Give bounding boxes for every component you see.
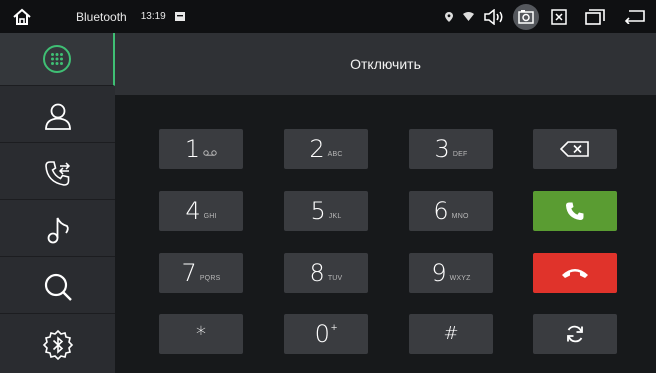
clock: 13:19 xyxy=(140,11,166,22)
key-hash[interactable]: # xyxy=(409,314,493,354)
sidebar-item-search[interactable] xyxy=(0,261,115,314)
home-icon xyxy=(13,8,31,25)
key-star[interactable]: * xyxy=(159,314,243,354)
key-5[interactable]: 5 JKL xyxy=(284,191,368,231)
key-7[interactable]: 7 PQRS xyxy=(159,253,243,293)
close-app-button[interactable] xyxy=(542,0,576,33)
voicemail-icon xyxy=(203,150,217,158)
backspace-button[interactable] xyxy=(533,129,617,169)
key-letters: GHI xyxy=(203,212,217,220)
key-digit: 4 xyxy=(185,197,201,225)
dialpad-icon xyxy=(42,45,71,73)
call-button[interactable] xyxy=(533,191,617,231)
key-digit: 1 xyxy=(184,135,201,163)
disconnect-label: Отключить xyxy=(350,56,421,72)
sidebar-item-dialpad[interactable] xyxy=(0,33,115,86)
key-letters: TUV xyxy=(327,274,343,282)
home-button[interactable] xyxy=(6,0,38,33)
wifi-icon xyxy=(458,0,478,33)
key-letters: DEF xyxy=(452,150,468,158)
key-letters: PQRS xyxy=(199,274,221,282)
sidebar-item-music[interactable] xyxy=(0,204,115,257)
key-digit: * xyxy=(196,322,206,346)
phone-icon xyxy=(566,202,584,220)
call-log-icon xyxy=(44,161,70,186)
key-3[interactable]: 3 DEF xyxy=(409,129,493,169)
contact-icon xyxy=(44,103,71,130)
status-bar: Bluetooth 13:19 xyxy=(0,0,656,33)
key-0[interactable]: 0 + xyxy=(284,314,368,354)
app-title: Bluetooth xyxy=(76,9,127,24)
key-digit: 2 xyxy=(309,135,325,163)
key-digit: 9 xyxy=(431,259,447,287)
volume-button[interactable] xyxy=(478,0,510,33)
key-digit: 7 xyxy=(181,259,197,287)
key-digit: 0 xyxy=(314,320,330,348)
key-plus: + xyxy=(330,322,338,334)
hangup-button[interactable] xyxy=(533,253,617,293)
key-letters: WXYZ xyxy=(449,274,471,282)
location-icon xyxy=(440,0,458,33)
message-icon xyxy=(174,12,185,21)
recent-apps-button[interactable] xyxy=(576,0,614,33)
key-letters: MNO xyxy=(451,212,469,220)
key-letters: ABC xyxy=(327,150,343,158)
bluetooth-settings-icon xyxy=(42,329,73,360)
music-icon xyxy=(47,217,69,244)
sidebar-item-bluetooth-settings[interactable] xyxy=(0,318,115,371)
key-8[interactable]: 8 TUV xyxy=(284,253,368,293)
screenshot-button[interactable] xyxy=(510,0,542,33)
volume-icon xyxy=(484,8,503,25)
screenshot-icon xyxy=(518,9,534,24)
dialer-panel: Отключить 1 2 ABC 3 DEF 4 GHI 5 JKL 6 MN… xyxy=(115,33,656,373)
sidebar-item-contacts[interactable] xyxy=(0,90,115,143)
key-digit: 5 xyxy=(310,197,326,225)
sync-icon xyxy=(567,325,583,343)
recent-apps-icon xyxy=(585,8,605,25)
close-box-icon xyxy=(551,8,567,25)
key-1[interactable]: 1 xyxy=(159,129,243,169)
search-icon xyxy=(44,273,72,301)
key-2[interactable]: 2 ABC xyxy=(284,129,368,169)
sidebar xyxy=(0,33,115,373)
back-icon xyxy=(624,9,645,24)
key-digit: 8 xyxy=(309,259,325,287)
back-button[interactable] xyxy=(614,0,656,33)
key-letters: JKL xyxy=(328,212,342,220)
key-9[interactable]: 9 WXYZ xyxy=(409,253,493,293)
switch-audio-button[interactable] xyxy=(533,314,617,354)
hangup-icon xyxy=(562,269,588,278)
key-digit: # xyxy=(443,323,459,344)
disconnect-button[interactable]: Отключить xyxy=(115,33,656,95)
key-digit: 3 xyxy=(434,135,450,163)
key-6[interactable]: 6 MNO xyxy=(409,191,493,231)
backspace-icon xyxy=(560,141,589,157)
key-4[interactable]: 4 GHI xyxy=(159,191,243,231)
key-digit: 6 xyxy=(433,197,449,225)
sidebar-item-call-log[interactable] xyxy=(0,147,115,200)
